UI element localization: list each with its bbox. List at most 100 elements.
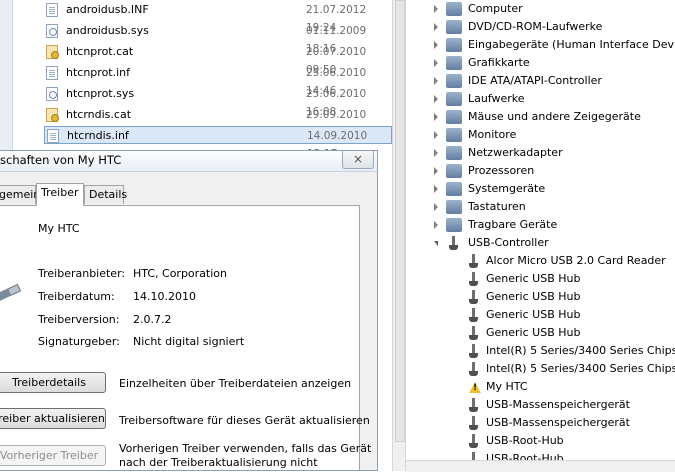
expand-arrow-icon[interactable] [434,113,438,121]
expand-arrow-icon[interactable] [434,41,438,49]
tree-item-label: Computer [468,2,523,15]
file-row[interactable]: htcrndis.cat 29.09.2010 09:06 [44,106,392,139]
tree-item-label: Grafikkarte [468,56,530,69]
driver-provider-label: Treiberanbieter: [38,267,126,280]
collapse-arrow-icon[interactable] [434,241,438,246]
driver-version-label: Treiberversion: [38,313,120,326]
document-icon [47,129,59,143]
system-file-icon [46,87,58,101]
tab-general[interactable]: gemein [0,185,40,204]
tree-item-label: USB-Root-Hub [486,434,564,447]
close-button[interactable]: × [342,151,374,169]
driver-date-label: Treiberdatum: [38,290,115,303]
expand-arrow-icon[interactable] [434,77,438,85]
disk-drive-icon [446,92,462,106]
rollback-driver-desc-line2: nach der Treiberaktualisierung nicht [119,456,318,469]
expand-arrow-icon[interactable] [434,149,438,157]
tree-item-label: Netzwerkadapter [468,146,563,159]
expand-arrow-icon[interactable] [434,23,438,31]
driver-details-desc: Einzelheiten über Treiberdateien anzeige… [119,377,352,390]
expand-arrow-icon[interactable] [434,59,438,67]
display-adapter-icon [446,56,462,70]
expand-arrow-icon[interactable] [434,167,438,175]
horizontal-scrollbar[interactable] [406,460,675,472]
file-list-pane: androidusb.INF 21.07.2012 19:24 androidu… [0,0,392,150]
file-name: htcnprot.cat [66,45,134,58]
expand-arrow-icon[interactable] [434,221,438,229]
expand-arrow-icon[interactable] [434,5,438,13]
file-name: androidusb.sys [66,24,149,37]
file-row[interactable]: htcnprot.sys 25.06.2010 16:08 [44,85,392,118]
network-adapter-icon [446,146,462,160]
usb-device-icon [466,308,482,322]
usb-device-icon [466,362,482,376]
rollback-driver-button[interactable]: Vorheriger Treiber [0,445,106,466]
tree-item-label: My HTC [486,380,528,393]
tree-item-label: Eingabegeräte (Human Interface Device [468,38,675,51]
update-driver-desc: Treibersoftware für dieses Gerät aktuali… [119,414,370,427]
tree-item-label: Laufwerke [468,92,525,105]
file-row[interactable]: androidusb.sys 01.11.2009 18:16 [44,22,392,55]
driver-details-button[interactable]: Treiberdetails [0,372,106,393]
usb-device-icon [466,416,482,430]
tab-driver[interactable]: Treiber [36,183,84,206]
usb-device-icon [466,290,482,304]
properties-dialog: schaften von My HTC × gemein Treiber Det… [0,150,378,471]
tree-item-label: Generic USB Hub [486,290,581,303]
tree-item-label: Alcor Micro USB 2.0 Card Reader [486,254,666,267]
tree-item-label: Generic USB Hub [486,326,581,339]
tree-item-label: USB-Massenspeichergerät [486,416,630,429]
signer-label: Signaturgeber: [38,335,120,348]
usb-device-icon [466,344,482,358]
signer-value: Nicht digital signiert [133,335,245,348]
update-driver-button[interactable]: Treiber aktualisieren... [0,408,106,429]
tree-item-label: USB-Massenspeichergerät [486,398,630,411]
usb-controller-icon [446,236,462,250]
ide-controller-icon [446,74,462,88]
scrollbar-thumb[interactable] [395,0,405,442]
expand-arrow-icon[interactable] [434,131,438,139]
tree-item-label: IDE ATA/ATAPI-Controller [468,74,602,87]
driver-tab-page: My HTC Treiberanbieter: HTC, Corporation… [0,205,371,470]
tree-item-label: Mäuse und andere Zeigegeräte [468,110,641,123]
tab-details[interactable]: Details [84,185,127,204]
file-name: htcrndis.cat [66,108,132,121]
usb-device-icon [466,254,482,268]
usb-plug-icon [0,284,20,306]
file-name: htcnprot.inf [66,66,131,79]
security-catalog-icon [46,45,59,59]
monitor-icon [446,128,462,142]
tree-item-label: Tastaturen [468,200,526,213]
vertical-scrollbar[interactable] [392,0,406,471]
device-manager-tree: Computer DVD/CD-ROM-Laufwerke Eingabeger… [406,0,675,471]
tree-item-label: Intel(R) 5 Series/3400 Series Chipset [486,362,675,375]
file-row[interactable]: htcnprot.inf 25.06.2010 14:46 [44,64,392,97]
expand-arrow-icon[interactable] [434,95,438,103]
driver-version-value: 2.0.7.2 [133,313,172,326]
file-date: 14.09.2010 15:17 [307,130,368,150]
document-icon [46,66,58,80]
dialog-title: schaften von My HTC [0,153,122,167]
dvd-drive-icon [446,20,462,34]
tree-item-label: USB-Controller [468,236,549,249]
system-device-icon [446,182,462,196]
hid-icon [446,38,462,52]
rollback-driver-desc: Vorherigen Treiber verwenden, falls das … [119,442,372,455]
tree-item-label: Systemgeräte [468,182,546,195]
file-row[interactable]: htcnprot.cat 20.07.2010 09:50 [44,43,392,76]
document-icon [46,3,58,17]
file-row-selected[interactable]: htcrndis.inf 14.09.2010 15:17 [44,126,392,150]
warning-icon [466,380,482,394]
tree-item-label: Generic USB Hub [486,272,581,285]
dialog-titlebar[interactable]: schaften von My HTC × [0,151,377,172]
usb-device-icon [466,434,482,448]
file-row[interactable]: androidusb.INF 21.07.2012 19:24 [44,1,392,34]
expand-arrow-icon[interactable] [434,203,438,211]
security-catalog-icon [46,108,59,122]
expand-arrow-icon[interactable] [434,185,438,193]
usb-device-icon [466,398,482,412]
tree-item-label: Monitore [468,128,517,141]
usb-device-icon [466,326,482,340]
tree-item-label: Generic USB Hub [486,308,581,321]
tree-item-label: Intel(R) 5 Series/3400 Series Chipset [486,344,675,357]
